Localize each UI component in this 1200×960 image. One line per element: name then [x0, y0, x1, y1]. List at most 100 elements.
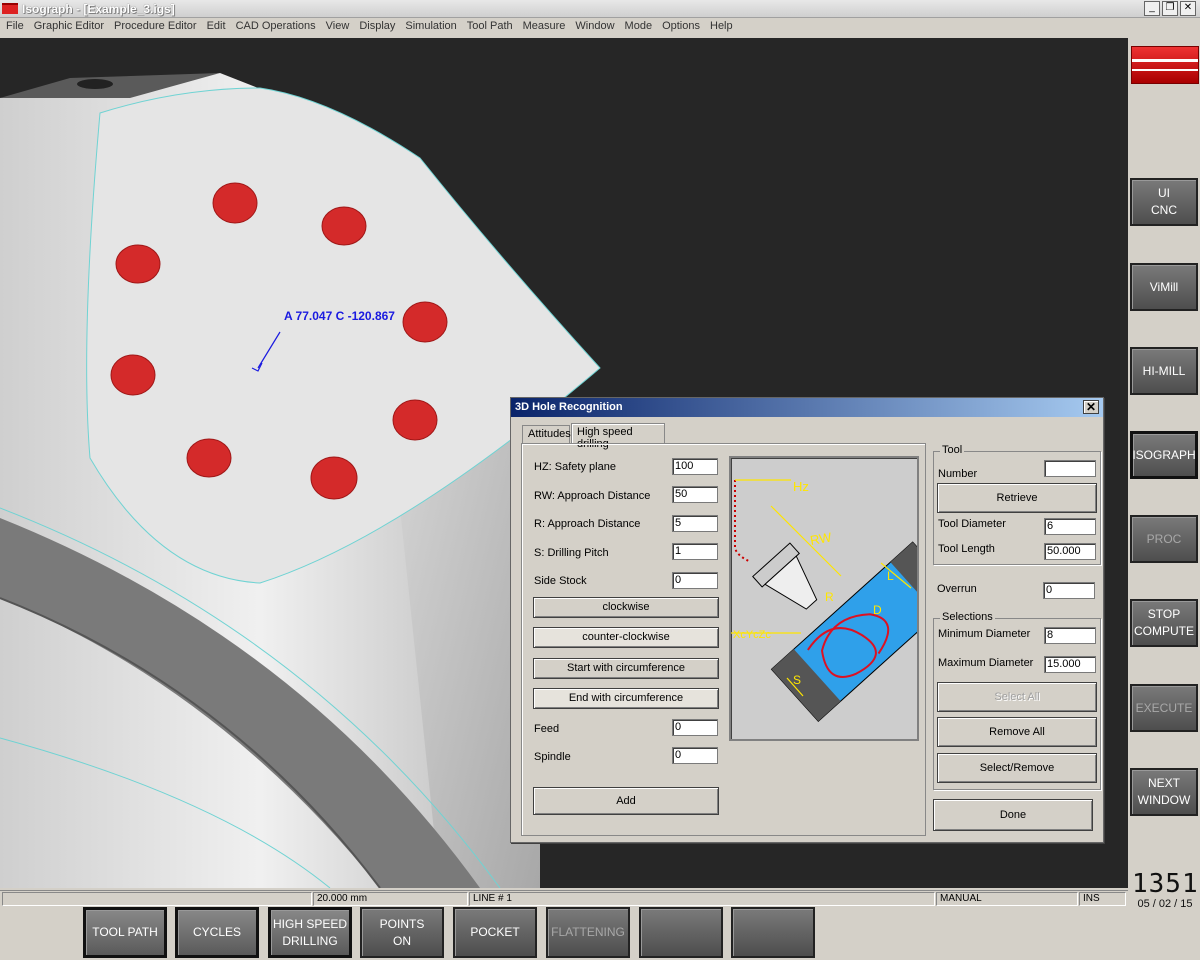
- tool-group-title: Tool: [940, 444, 965, 456]
- tool-length-input[interactable]: 50.000: [1044, 543, 1096, 560]
- isograph-button[interactable]: ISOGRAPH: [1130, 431, 1198, 479]
- tab-attitudes[interactable]: Attitudes: [522, 425, 571, 443]
- drilling-diagram: Hz RW R D L S XcYcZc: [729, 456, 961, 741]
- clock: 1351 05 / 02 / 15: [1132, 870, 1198, 920]
- select-remove-button[interactable]: Select/Remove: [937, 753, 1097, 783]
- min-diameter-input[interactable]: 8: [1044, 627, 1096, 644]
- vimill-button[interactable]: ViMill: [1130, 263, 1198, 311]
- max-diameter-label: Maximum Diameter: [938, 657, 1034, 669]
- softkey-bar: TOOL PATH CYCLES HIGH SPEED DRILLING POIN…: [0, 907, 1128, 960]
- clock-time: 1351: [1132, 869, 1199, 899]
- overrun-input[interactable]: 0: [1043, 582, 1095, 599]
- flattening-button[interactable]: FLATTENING: [546, 907, 630, 958]
- dialog-close-button[interactable]: ✕: [1083, 400, 1099, 414]
- dialog-title: 3D Hole Recognition: [511, 398, 1103, 417]
- menu-help[interactable]: Help: [706, 18, 739, 37]
- hole-5[interactable]: [110, 354, 156, 396]
- ui-cnc-button[interactable]: UI CNC: [1130, 178, 1198, 226]
- menu-options[interactable]: Options: [658, 18, 706, 37]
- tool-diameter-input[interactable]: 6: [1044, 518, 1096, 535]
- proc-button[interactable]: PROC: [1130, 515, 1198, 563]
- hole-4[interactable]: [402, 301, 448, 343]
- menu-graphic-editor[interactable]: Graphic Editor: [30, 18, 110, 37]
- start-circumference-button[interactable]: Start with circumference: [533, 658, 719, 679]
- feed-input[interactable]: 0: [672, 719, 718, 736]
- high-speed-drilling-button[interactable]: HIGH SPEED DRILLING: [268, 907, 352, 958]
- tool-number-label: Number: [938, 468, 978, 480]
- diagram-label-l: L: [887, 569, 894, 583]
- cycles-button[interactable]: CYCLES: [175, 907, 259, 958]
- menu-edit[interactable]: Edit: [203, 18, 232, 37]
- status-ins: INS: [1079, 892, 1126, 906]
- min-diameter-label: Minimum Diameter: [938, 628, 1031, 640]
- menu-procedure-editor[interactable]: Procedure Editor: [110, 18, 203, 37]
- coordinate-annotation: A 77.047 C -120.867: [284, 309, 395, 323]
- top-hole: [77, 79, 113, 89]
- diagram-label-r: R: [825, 590, 834, 604]
- end-circumference-button[interactable]: End with circumference: [533, 688, 719, 709]
- s-input[interactable]: 1: [672, 543, 718, 560]
- menu-bar: File Graphic Editor Procedure Editor Edi…: [0, 18, 1200, 37]
- hole-7[interactable]: [186, 438, 232, 478]
- hi-mill-button[interactable]: HI-MILL: [1130, 347, 1198, 395]
- hole-6[interactable]: [392, 399, 438, 441]
- tab-high-speed-drilling[interactable]: High speed drilling: [571, 423, 665, 450]
- next-window-button[interactable]: NEXT WINDOW: [1130, 768, 1198, 816]
- rw-input[interactable]: 50: [672, 486, 718, 503]
- clock-date: 05 / 02 / 15: [1137, 898, 1193, 910]
- status-line: LINE # 1: [469, 892, 935, 906]
- retrieve-button[interactable]: Retrieve: [937, 483, 1097, 513]
- select-all-button[interactable]: Select All: [937, 682, 1097, 712]
- softkey-8-button[interactable]: [731, 907, 815, 958]
- hole-8[interactable]: [310, 456, 358, 500]
- counter-clockwise-button[interactable]: counter-clockwise: [533, 627, 719, 648]
- feed-label: Feed: [534, 723, 560, 735]
- menu-cad-operations[interactable]: CAD Operations: [232, 18, 322, 37]
- tab-page: HZ: Safety plane 100 RW: Approach Distan…: [521, 443, 961, 836]
- maximize-button[interactable]: ❐: [1162, 1, 1178, 16]
- menu-file[interactable]: File: [2, 18, 30, 37]
- hz-input[interactable]: 100: [672, 458, 718, 475]
- clockwise-button[interactable]: clockwise: [533, 597, 719, 618]
- r-input[interactable]: 5: [672, 515, 718, 532]
- menu-window[interactable]: Window: [571, 18, 620, 37]
- minimize-button[interactable]: _: [1144, 1, 1160, 16]
- selections-group-title: Selections: [940, 611, 995, 623]
- hole-2[interactable]: [321, 206, 367, 246]
- tool-number-input[interactable]: [1044, 460, 1096, 477]
- stop-compute-button[interactable]: STOP COMPUTE: [1130, 599, 1198, 647]
- hole-1[interactable]: [212, 182, 258, 224]
- diagram-label-d: D: [873, 603, 882, 617]
- side-stock-input[interactable]: 0: [672, 572, 718, 589]
- hole-3[interactable]: [115, 244, 161, 284]
- menu-simulation[interactable]: Simulation: [401, 18, 462, 37]
- execute-button[interactable]: EXECUTE: [1130, 684, 1198, 732]
- s-label: S: Drilling Pitch: [534, 547, 609, 559]
- add-button[interactable]: Add: [533, 787, 719, 815]
- spindle-input[interactable]: 0: [672, 747, 718, 764]
- remove-all-button[interactable]: Remove All: [937, 717, 1097, 747]
- diagram-label-rw: RW: [809, 529, 833, 548]
- selections-group: Selections Minimum Diameter 8 Maximum Di…: [933, 611, 1101, 790]
- brand-logo-icon: [1131, 46, 1199, 84]
- points-on-button[interactable]: POINTS ON: [360, 907, 444, 958]
- pocket-button[interactable]: POCKET: [453, 907, 537, 958]
- side-stock-label: Side Stock: [534, 575, 587, 587]
- rw-label: RW: Approach Distance: [534, 490, 651, 502]
- title-bar: Isograph - [Example_3.igs] _ ❐ ✕: [0, 0, 1200, 18]
- tool-diameter-label: Tool Diameter: [938, 518, 1006, 530]
- hole-recognition-dialog: 3D Hole Recognition ✕ Attitudes High spe…: [510, 397, 1104, 843]
- max-diameter-input[interactable]: 15.000: [1044, 656, 1096, 673]
- diagram-label-hz: Hz: [793, 479, 809, 494]
- menu-display[interactable]: Display: [355, 18, 401, 37]
- tool-group: Tool Number Retrieve Tool Diameter 6 Too…: [933, 444, 1101, 565]
- menu-mode[interactable]: Mode: [621, 18, 659, 37]
- close-button[interactable]: ✕: [1180, 1, 1196, 16]
- done-button[interactable]: Done: [933, 799, 1093, 831]
- menu-measure[interactable]: Measure: [519, 18, 572, 37]
- tool-path-button[interactable]: TOOL PATH: [83, 907, 167, 958]
- menu-tool-path[interactable]: Tool Path: [463, 18, 519, 37]
- menu-view[interactable]: View: [322, 18, 356, 37]
- softkey-7-button[interactable]: [639, 907, 723, 958]
- hz-label: HZ: Safety plane: [534, 461, 616, 473]
